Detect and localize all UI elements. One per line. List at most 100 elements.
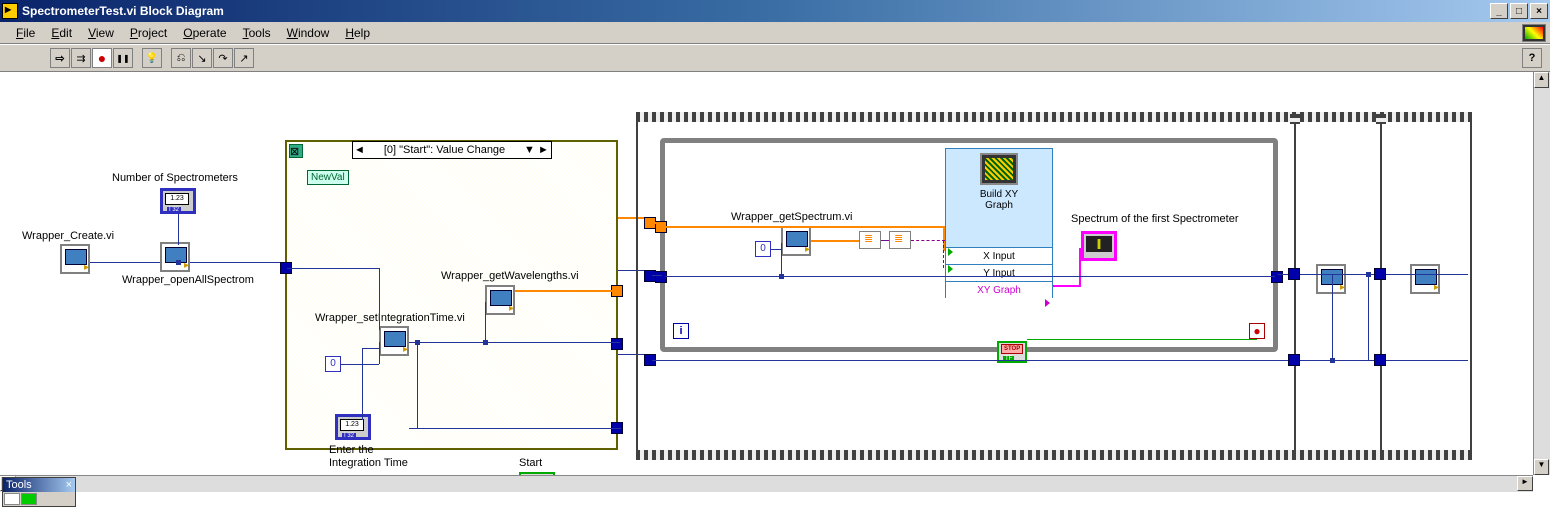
step-into-button[interactable]: ↘ — [192, 48, 212, 68]
loop-tunnel-out[interactable] — [1271, 271, 1283, 283]
menu-view[interactable]: View — [80, 24, 122, 42]
integration-time-control[interactable]: 1.23 I 32 — [335, 414, 371, 440]
loop-condition-terminal[interactable] — [1249, 323, 1265, 339]
wrapper-set-integration-label: Wrapper_setIntegrationTime.vi — [315, 312, 465, 324]
vi-panel-icon[interactable] — [1522, 24, 1546, 42]
xy-graph-terminal[interactable]: XY Graph — [946, 281, 1052, 298]
wire-junction — [779, 274, 784, 279]
tools-palette-title: Tools — [6, 479, 32, 491]
loop-tunnel[interactable] — [655, 271, 667, 283]
menu-file[interactable]: File — [8, 24, 43, 42]
maximize-button[interactable]: □ — [1510, 3, 1528, 19]
flat-sequence[interactable]: i Wrapper_getSpectrum.vi 0 Build XYGraph… — [636, 112, 1472, 460]
close-button[interactable]: × — [1530, 3, 1548, 19]
event-newval-node[interactable]: NewVal — [307, 170, 349, 185]
frame3-vi-node[interactable] — [1410, 264, 1440, 294]
express-vi-icon — [980, 153, 1018, 185]
wire-array — [811, 240, 859, 242]
wire — [362, 348, 363, 420]
wire — [379, 342, 380, 364]
tool-operate[interactable] — [21, 493, 37, 505]
wire — [178, 244, 179, 245]
indicator-type: I 32 — [167, 207, 181, 213]
event-tunnel[interactable] — [611, 338, 623, 350]
run-continuously-button[interactable] — [71, 48, 91, 68]
wire-junction — [1366, 272, 1371, 277]
tools-palette-close[interactable]: × — [66, 479, 72, 491]
wire-array — [652, 222, 662, 224]
start-label: Start — [519, 457, 542, 469]
wire — [485, 342, 620, 343]
menu-window[interactable]: Window — [279, 24, 338, 42]
scroll-up-button[interactable]: ▲ — [1534, 72, 1549, 88]
wrapper-set-integration-node[interactable] — [379, 326, 409, 356]
tools-palette[interactable]: Tools × — [2, 477, 76, 507]
step-over-button[interactable]: ↷ — [213, 48, 233, 68]
array-to-cluster-node[interactable] — [859, 231, 881, 249]
step-out-button[interactable]: ↗ — [234, 48, 254, 68]
wrapper-open-all-label: Wrapper_openAllSpectrom — [122, 274, 254, 286]
menu-edit[interactable]: Edit — [43, 24, 80, 42]
zero-constant-a[interactable]: 0 — [325, 356, 341, 372]
wire-array — [665, 226, 945, 228]
horizontal-scrollbar[interactable]: ◄ ► — [0, 475, 1533, 492]
event-case-selector[interactable]: ◄ [0] "Start": Value Change ▼ ► — [352, 141, 552, 159]
wrapper-get-wavelengths-label: Wrapper_getWavelengths.vi — [441, 270, 579, 282]
wrapper-open-all-node[interactable] — [160, 242, 190, 272]
wire — [652, 275, 662, 276]
run-button[interactable] — [50, 48, 70, 68]
minimize-button[interactable]: _ — [1490, 3, 1508, 19]
pause-button[interactable] — [113, 48, 133, 68]
wrapper-get-wavelengths-node[interactable] — [485, 285, 515, 315]
case-dropdown-button[interactable]: ▼ — [523, 144, 537, 156]
menu-tools[interactable]: Tools — [235, 24, 279, 42]
wire-array — [515, 290, 620, 292]
menu-operate[interactable]: Operate — [175, 24, 234, 42]
wrapper-get-spectrum-label: Wrapper_getSpectrum.vi — [731, 211, 852, 223]
menu-help[interactable]: Help — [337, 24, 378, 42]
vertical-scrollbar[interactable]: ▲ ▼ — [1533, 72, 1550, 475]
wire-junction — [176, 260, 181, 265]
spectrum-graph-indicator[interactable] — [1081, 231, 1117, 261]
wrapper-create-node[interactable] — [60, 244, 90, 274]
enter-integration-time-label-1: Enter the — [329, 444, 374, 456]
number-of-spectrometers-indicator[interactable]: 1.23 I 32 — [160, 188, 196, 214]
wire — [485, 302, 486, 342]
x-input-terminal[interactable]: X Input — [946, 247, 1052, 264]
while-loop[interactable]: i Wrapper_getSpectrum.vi 0 Build XYGraph… — [660, 138, 1278, 352]
loop-iteration-terminal[interactable]: i — [673, 323, 689, 339]
wire — [1278, 274, 1468, 275]
retain-wire-values-button[interactable] — [171, 48, 191, 68]
frame2-vi-node[interactable] — [1316, 264, 1346, 294]
zero-constant-b[interactable]: 0 — [755, 241, 771, 257]
context-help-button[interactable] — [1522, 48, 1542, 68]
event-structure[interactable]: ⊠ ◄ [0] "Start": Value Change ▼ ► NewVal… — [285, 140, 618, 450]
wire — [379, 268, 380, 330]
prev-case-button[interactable]: ◄ — [353, 144, 367, 156]
wrapper-get-spectrum-node[interactable] — [781, 226, 811, 256]
y-input-terminal[interactable]: Y Input — [946, 264, 1052, 281]
indicator-value: 1.23 — [165, 193, 189, 205]
highlight-execution-button[interactable] — [142, 48, 162, 68]
abort-button[interactable] — [92, 48, 112, 68]
seq-tunnel[interactable] — [1374, 268, 1386, 280]
wire — [287, 268, 379, 269]
wire — [652, 360, 1468, 361]
wire-graph — [1053, 285, 1081, 287]
block-diagram-canvas[interactable]: Wrapper_Create.vi Number of Spectrometer… — [0, 72, 1550, 487]
tool-auto[interactable] — [4, 493, 20, 505]
wire-graph — [1079, 248, 1081, 286]
indicator-value: 1.23 — [340, 419, 364, 431]
scroll-down-button[interactable]: ▼ — [1534, 459, 1549, 475]
seq-tunnel[interactable] — [1288, 268, 1300, 280]
menu-project[interactable]: Project — [122, 24, 175, 42]
scroll-right-button[interactable]: ► — [1517, 476, 1533, 491]
dynamic-event-terminal[interactable]: ⊠ — [289, 144, 303, 158]
array-build-node[interactable] — [889, 231, 911, 249]
seq-tunnel[interactable] — [1374, 354, 1386, 366]
next-case-button[interactable]: ► — [537, 144, 551, 156]
indicator-type: I 32 — [342, 433, 356, 439]
wire — [362, 348, 379, 349]
seq-tunnel[interactable] — [1288, 354, 1300, 366]
sequence-divider — [1380, 114, 1382, 458]
